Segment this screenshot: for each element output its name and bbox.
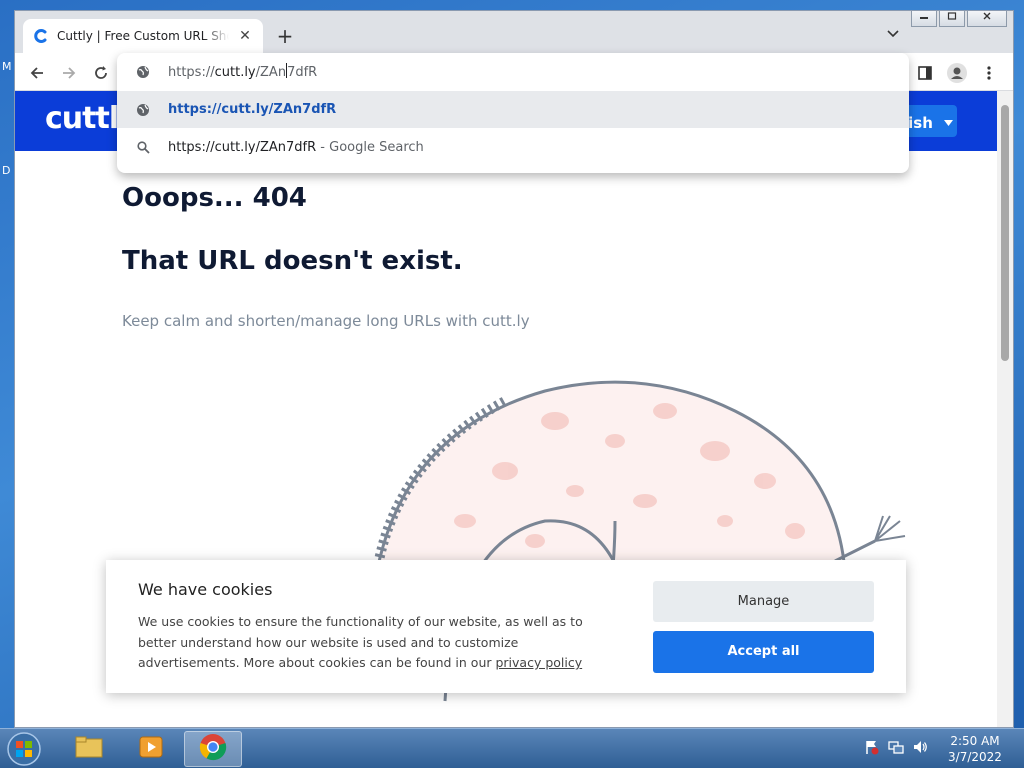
url-scheme: https://	[168, 65, 215, 80]
clock-time: 2:50 AM	[950, 734, 1000, 748]
system-tray	[864, 739, 928, 755]
suggestion-url-text: https://cutt.ly/ZAn7dfR	[168, 102, 337, 117]
omnibox-suggestion-url[interactable]: https://cutt.ly/ZAn7dfR	[117, 91, 909, 128]
taskbar-explorer[interactable]	[60, 731, 118, 767]
cookie-banner: We have cookies We use cookies to ensure…	[106, 560, 906, 693]
omnibox-suggestion-search[interactable]: https://cutt.ly/ZAn7dfR - Google Search	[117, 129, 909, 166]
volume-icon[interactable]	[912, 739, 928, 755]
taskbar-chrome[interactable]	[184, 731, 242, 767]
media-player-icon	[138, 735, 164, 763]
maximize-button[interactable]	[939, 11, 965, 27]
minimize-button[interactable]	[911, 11, 937, 27]
action-center-flag-icon[interactable]	[864, 739, 880, 755]
globe-icon	[135, 64, 151, 80]
taskbar-media-player[interactable]	[122, 731, 180, 767]
system-clock[interactable]: 2:50 AM 3/7/2022	[944, 733, 1006, 765]
window-controls	[911, 11, 1007, 27]
address-text[interactable]: https://cutt.ly/ZAn7dfR	[168, 63, 317, 80]
back-arrow-icon[interactable]	[25, 61, 49, 85]
new-tab-button[interactable]: +	[273, 25, 297, 49]
error-subtitle: That URL doesn't exist.	[122, 246, 463, 276]
url-path-start: /ZAn	[255, 65, 287, 80]
accept-all-button[interactable]: Accept all	[653, 631, 874, 673]
side-panel-icon[interactable]	[913, 61, 937, 85]
search-icon	[135, 140, 151, 156]
folder-icon	[75, 735, 103, 763]
scrollbar-thumb[interactable]	[1001, 105, 1009, 361]
search-suffix: - Google Search	[316, 140, 424, 155]
start-button[interactable]	[4, 731, 44, 767]
tab-close-icon[interactable]: ✕	[237, 28, 253, 44]
profile-avatar-icon[interactable]	[945, 61, 969, 85]
clock-date: 3/7/2022	[948, 750, 1002, 764]
menu-dots-icon[interactable]	[977, 61, 1001, 85]
manage-cookies-button[interactable]: Manage	[653, 581, 874, 622]
globe-icon	[135, 102, 151, 118]
suggestion-search-text: https://cutt.ly/ZAn7dfR - Google Search	[168, 140, 424, 155]
forward-arrow-icon[interactable]	[57, 61, 81, 85]
desktop-icon-label[interactable]: M	[2, 60, 12, 73]
desktop-icon-label[interactable]: D	[2, 164, 10, 177]
cuttly-favicon-icon	[33, 28, 49, 44]
network-icon[interactable]	[888, 739, 904, 755]
tab-title: Cuttly | Free Custom URL Shortener	[57, 29, 229, 43]
error-title: Ooops... 404	[122, 183, 307, 213]
url-path-end: 7dfR	[287, 65, 318, 80]
search-query: https://cutt.ly/ZAn7dfR	[168, 140, 317, 155]
taskbar: 2:50 AM 3/7/2022	[0, 728, 1024, 768]
page-scrollbar[interactable]	[997, 91, 1013, 727]
address-bar-input[interactable]: https://cutt.ly/ZAn7dfR	[117, 53, 909, 90]
cookie-text: We use cookies to ensure the functionali…	[138, 612, 618, 674]
chrome-icon	[199, 733, 227, 765]
error-message: Keep calm and shorten/manage long URLs w…	[122, 312, 530, 330]
privacy-policy-link[interactable]: privacy policy	[495, 655, 582, 670]
reload-icon[interactable]	[89, 61, 113, 85]
url-host: cutt.ly	[214, 65, 256, 80]
tab-cuttly[interactable]: Cuttly | Free Custom URL Shortener ✕	[23, 19, 263, 53]
cookie-title: We have cookies	[138, 580, 273, 599]
tab-search-icon[interactable]	[883, 27, 903, 47]
caret-down-icon	[944, 105, 954, 137]
title-bar: Cuttly | Free Custom URL Shortener ✕ +	[15, 11, 1013, 53]
omnibox-dropdown: https://cutt.ly/ZAn7dfR https://cutt.ly/…	[117, 53, 909, 173]
close-window-button[interactable]	[967, 11, 1007, 27]
